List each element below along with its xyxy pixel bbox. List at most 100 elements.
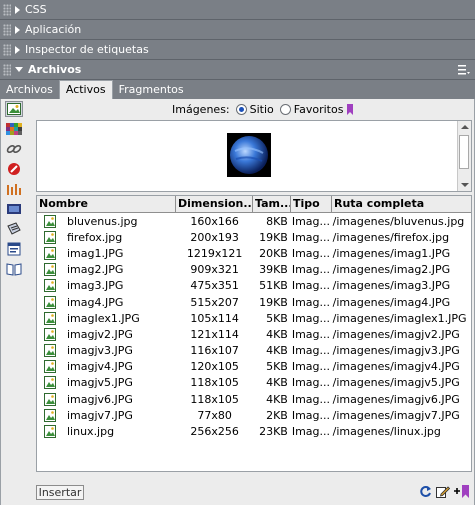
file-size-text: 51KB xyxy=(259,279,288,293)
file-size-text: 4KB xyxy=(266,327,288,341)
panel-grip-icon[interactable] xyxy=(3,63,11,76)
table-row[interactable]: imag4.JPG 515x207 19KB Imag.../imagenes/ima… xyxy=(37,294,471,310)
file-size: 5KB xyxy=(252,312,290,325)
table-row[interactable]: imag2.JPG 909x321 39KB Imag.../imagenes/ima… xyxy=(37,262,471,278)
file-path: /imagenes/imagjv5.JPG xyxy=(331,376,471,389)
file-name: imagjv2.JPG xyxy=(37,327,175,341)
table-row[interactable]: imag3.JPG 475x351 51KB Imag.../imagenes/ima… xyxy=(37,278,471,294)
file-dimensions-text: 116x107 xyxy=(190,344,239,358)
file-path-text: /imagenes/imagjv2.JPG xyxy=(332,327,460,341)
file-dimensions-text: 256x256 xyxy=(190,425,239,439)
image-file-icon xyxy=(44,408,56,422)
urls-category-icon[interactable] xyxy=(5,141,23,157)
images-category-icon[interactable] xyxy=(5,101,23,117)
file-name-text: imagjv3.JPG xyxy=(67,344,133,358)
file-dimensions: 160x166 xyxy=(175,215,252,228)
panel-grip-icon[interactable] xyxy=(3,3,11,16)
asset-file-list: Nombre Dimension... Tam... Tipo Ruta com… xyxy=(36,195,472,472)
image-file-icon xyxy=(44,246,56,260)
file-name-text: imagIex1.JPG xyxy=(67,311,140,325)
table-row[interactable]: imagjv6.JPG 118x105 4KB Imag.../imagenes/im… xyxy=(37,391,471,407)
file-size: 20KB xyxy=(252,247,290,260)
table-row[interactable]: linux.jpg 256x256 23KB Imag.../imagenes/lin… xyxy=(37,423,471,439)
file-name: bluvenus.jpg xyxy=(37,214,175,228)
tab-fragmentos[interactable]: Fragmentos xyxy=(113,82,190,99)
file-type-text: Imag... xyxy=(291,295,331,309)
file-dimensions-text: 160x166 xyxy=(190,214,239,228)
movies-category-icon[interactable] xyxy=(5,201,23,217)
file-path: /imagenes/imagjv6.JPG xyxy=(331,393,471,406)
assets-panel: Imágenes: Sitio Favoritos Nombre Dimensi… xyxy=(0,99,475,505)
table-row[interactable]: imagjv4.JPG 120x105 5KB Imag.../imagenes/im… xyxy=(37,359,471,375)
file-path-text: /imagenes/imagjv7.JPG xyxy=(332,408,460,422)
file-name-text: imagjv7.JPG xyxy=(67,408,133,422)
column-header-path[interactable]: Ruta completa xyxy=(332,196,471,212)
table-row[interactable]: imagjv7.JPG 77x80 2KB Imag.../imagenes/imag… xyxy=(37,407,471,423)
favorites-radio[interactable] xyxy=(279,103,291,115)
colors-category-icon[interactable] xyxy=(5,121,23,137)
table-row[interactable]: bluvenus.jpg 160x166 8KB Imag.../imagenes/b… xyxy=(37,213,471,229)
table-row[interactable]: firefox.jpg 200x193 19KB Imag.../imagenes/f… xyxy=(37,229,471,245)
asset-preview xyxy=(36,120,472,192)
file-path-text: /imagenes/linux.jpg xyxy=(332,425,441,439)
file-name: imagjv6.JPG xyxy=(37,392,175,406)
image-file-icon xyxy=(44,327,56,341)
shockwave-category-icon[interactable] xyxy=(5,181,23,197)
column-header-type[interactable]: Tipo xyxy=(291,196,332,212)
flash-category-icon[interactable] xyxy=(5,161,23,177)
file-size-text: 20KB xyxy=(259,246,288,260)
table-row[interactable]: imagjv5.JPG 118x105 4KB Imag.../imagenes/im… xyxy=(37,375,471,391)
expand-arrow-icon xyxy=(15,25,20,34)
file-path-text: /imagenes/imagjv6.JPG xyxy=(332,392,460,406)
table-row[interactable]: imag1.JPG 1219x121 20KB Imag.../imagenes/im… xyxy=(37,245,471,261)
edit-icon[interactable] xyxy=(436,485,450,498)
preview-scrollbar[interactable] xyxy=(457,121,471,191)
panel-inspector[interactable]: Inspector de etiquetas xyxy=(0,40,475,60)
column-header-dimensions[interactable]: Dimension... xyxy=(176,196,253,212)
insert-button[interactable]: Insertar xyxy=(36,485,84,500)
file-dimensions-text: 118x105 xyxy=(190,376,239,390)
file-name-text: imag2.JPG xyxy=(67,263,124,277)
scroll-thumb[interactable] xyxy=(459,135,469,169)
library-category-icon[interactable] xyxy=(5,261,23,277)
file-type: Imag... xyxy=(290,393,331,406)
site-radio[interactable] xyxy=(235,103,247,115)
file-name-text: imag4.JPG xyxy=(67,295,124,309)
file-size: 4KB xyxy=(252,328,290,341)
panel-options-icon[interactable] xyxy=(458,65,470,75)
file-type-text: Imag... xyxy=(291,408,331,422)
column-header-size[interactable]: Tam... xyxy=(253,196,291,212)
file-name: imagIex1.JPG xyxy=(37,311,175,325)
table-row[interactable]: imagIex1.JPG 105x114 5KB Imag.../imagenes/i… xyxy=(37,310,471,326)
refresh-icon[interactable] xyxy=(419,485,432,498)
panel-archivos[interactable]: Archivos xyxy=(0,60,475,80)
file-path: /imagenes/imag2.JPG xyxy=(331,263,471,276)
scripts-category-icon[interactable] xyxy=(5,221,23,237)
panel-aplicacion[interactable]: Aplicación xyxy=(0,20,475,40)
file-size-text: 4KB xyxy=(266,376,288,390)
file-path: /imagenes/bluvenus.jpg xyxy=(331,215,471,228)
panel-css[interactable]: CSS xyxy=(0,0,475,20)
file-dimensions: 116x107 xyxy=(175,344,252,357)
expand-arrow-icon xyxy=(15,5,20,14)
file-type-text: Imag... xyxy=(291,230,331,244)
templates-category-icon[interactable] xyxy=(5,241,23,257)
panel-grip-icon[interactable] xyxy=(3,23,11,36)
panel-title: Aplicación xyxy=(25,23,82,36)
column-header-name[interactable]: Nombre xyxy=(37,196,176,212)
scroll-down-icon[interactable] xyxy=(461,183,469,187)
table-row[interactable]: imagjv3.JPG 116x107 4KB Imag.../imagenes/im… xyxy=(37,343,471,359)
add-to-favorites-icon[interactable] xyxy=(454,485,470,498)
tab-archivos[interactable]: Archivos xyxy=(0,82,59,99)
favorites-radio-label[interactable]: Favoritos xyxy=(294,103,344,116)
table-row[interactable]: imagjv2.JPG 121x114 4KB Imag.../imagenes/im… xyxy=(37,326,471,342)
file-name: imagjv7.JPG xyxy=(37,408,175,422)
image-file-icon xyxy=(44,311,56,325)
panel-grip-icon[interactable] xyxy=(3,43,11,56)
tab-activos[interactable]: Activos xyxy=(58,80,113,99)
site-radio-label[interactable]: Sitio xyxy=(250,103,274,116)
file-dimensions: 200x193 xyxy=(175,231,252,244)
file-type-text: Imag... xyxy=(291,327,331,341)
file-size: 4KB xyxy=(252,393,290,406)
scroll-up-icon[interactable] xyxy=(461,125,469,129)
